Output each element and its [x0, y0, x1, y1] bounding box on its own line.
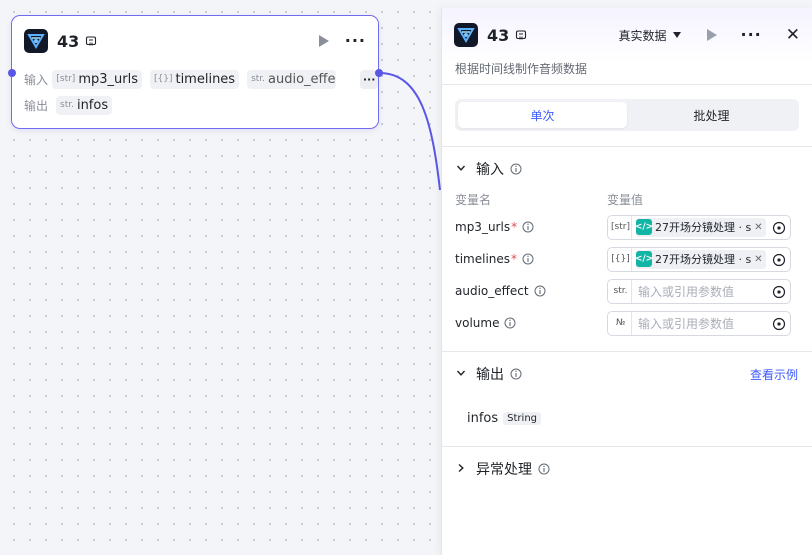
- variable-value-field[interactable]: [{}] </> 27开场分镜处理 · s ✕: [607, 246, 791, 272]
- value-placeholder: 输入或引用参数值: [638, 316, 735, 331]
- data-mode-select[interactable]: 真实数据: [619, 27, 681, 44]
- variable-name: volume: [455, 316, 500, 330]
- close-icon[interactable]: ✕: [786, 25, 800, 45]
- node-title: 43: [57, 31, 80, 51]
- node-input-port[interactable]: [8, 69, 16, 77]
- more-icon[interactable]: ···: [741, 27, 762, 43]
- input-section-title: 输入: [476, 162, 504, 178]
- reference-picker-icon[interactable]: [772, 221, 786, 239]
- type-badge: №: [610, 311, 632, 335]
- workflow-node[interactable]: 43 ··· 输入 [str] mp3_urls [{}] timelines st…: [11, 15, 379, 129]
- variable-value-field[interactable]: [str] </> 27开场分镜处理 · s ✕: [607, 214, 791, 240]
- run-icon[interactable]: [318, 35, 329, 47]
- info-icon[interactable]: [538, 463, 550, 475]
- type-badge: str.: [610, 279, 632, 303]
- variable-name: timelines: [455, 252, 511, 266]
- node-output-row: 输出 str. infos: [12, 92, 378, 118]
- node-input-row: 输入 [str] mp3_urls [{}] timelines str. audio…: [12, 66, 378, 92]
- output-tag-infos: str. infos: [56, 95, 113, 115]
- value-placeholder: 输入或引用参数值: [638, 284, 735, 299]
- type-badge: [{}]: [610, 247, 632, 271]
- error-section-header[interactable]: 异常处理: [442, 447, 812, 491]
- info-icon[interactable]: [510, 368, 522, 380]
- input-tag-audio-effect: str. audio_effec: [247, 69, 337, 89]
- tab-batch[interactable]: 批处理: [627, 102, 796, 128]
- chevron-down-icon: [456, 368, 470, 381]
- code-node-icon: </>: [635, 251, 653, 267]
- node-config-panel: 43 真实数据 ··· ✕ 根据时间线制作音频数据 单次 批处理 输入 变量名 …: [441, 8, 812, 555]
- plugin-logo-icon: [24, 29, 48, 53]
- chevron-right-icon: [456, 463, 470, 476]
- output-section-title: 输出: [476, 367, 504, 383]
- info-icon[interactable]: [522, 221, 534, 233]
- panel-description: 根据时间线制作音频数据: [455, 62, 588, 76]
- variable-value-field[interactable]: № 输入或引用参数值: [607, 310, 791, 336]
- col-variable-value: 变量值: [607, 193, 644, 207]
- remove-ref-icon[interactable]: ✕: [754, 222, 762, 233]
- input-tag-timelines: [{}] timelines: [149, 69, 240, 89]
- output-item: infos String: [442, 396, 812, 440]
- edit-icon[interactable]: [515, 29, 527, 41]
- info-icon[interactable]: [504, 317, 516, 329]
- variable-value-field[interactable]: str. 输入或引用参数值: [607, 278, 791, 304]
- reference-picker-icon[interactable]: [772, 253, 786, 271]
- node-output-port[interactable]: [375, 69, 383, 77]
- variable-row: volume № 输入或引用参数值: [442, 307, 812, 339]
- reference-chip[interactable]: </> 27开场分镜处理 · s ✕: [635, 217, 766, 237]
- reference-picker-icon[interactable]: [772, 285, 786, 303]
- input-section-header[interactable]: 输入: [442, 147, 812, 191]
- col-variable-name: 变量名: [455, 193, 492, 207]
- variable-row: timelines * [{}] </> 27开场分镜处理 · s ✕: [442, 243, 812, 275]
- variable-name: audio_effect: [455, 284, 529, 298]
- panel-title: 43: [487, 25, 510, 45]
- variable-row: audio_effect str. 输入或引用参数值: [442, 275, 812, 307]
- caret-down-icon: [672, 32, 681, 38]
- reference-picker-icon[interactable]: [772, 317, 786, 335]
- plugin-logo-icon: [454, 23, 478, 47]
- code-node-icon: </>: [635, 219, 653, 235]
- input-label: 输入: [24, 72, 49, 87]
- edit-icon[interactable]: [85, 35, 97, 47]
- input-tag-mp3-urls: [str] mp3_urls: [52, 69, 142, 89]
- run-icon[interactable]: [706, 29, 717, 41]
- variable-name: mp3_urls: [455, 220, 511, 234]
- chevron-down-icon: [456, 163, 470, 176]
- variable-row: mp3_urls * [str] </> 27开场分镜处理 · s ✕: [442, 211, 812, 243]
- output-type-tag: String: [503, 411, 541, 425]
- info-icon[interactable]: [522, 253, 534, 265]
- output-label: 输出: [24, 98, 49, 113]
- panel-header: 43 真实数据 ··· ✕: [442, 8, 812, 62]
- variable-table-header: 变量名 变量值: [442, 191, 812, 211]
- reference-chip[interactable]: </> 27开场分镜处理 · s ✕: [635, 249, 766, 269]
- tab-single[interactable]: 单次: [458, 102, 627, 128]
- required-mark: *: [511, 252, 518, 266]
- remove-ref-icon[interactable]: ✕: [754, 254, 762, 265]
- view-example-link[interactable]: 查看示例: [750, 366, 798, 383]
- run-mode-tabs: 单次 批处理: [455, 99, 799, 131]
- required-mark: *: [511, 220, 518, 234]
- output-section-header[interactable]: 输出 查看示例: [442, 352, 812, 396]
- info-icon[interactable]: [534, 285, 546, 297]
- error-section-title: 异常处理: [476, 462, 532, 478]
- info-icon[interactable]: [510, 163, 522, 175]
- type-badge: [str]: [610, 215, 632, 239]
- output-name: infos: [467, 410, 499, 426]
- more-icon[interactable]: ···: [345, 33, 366, 49]
